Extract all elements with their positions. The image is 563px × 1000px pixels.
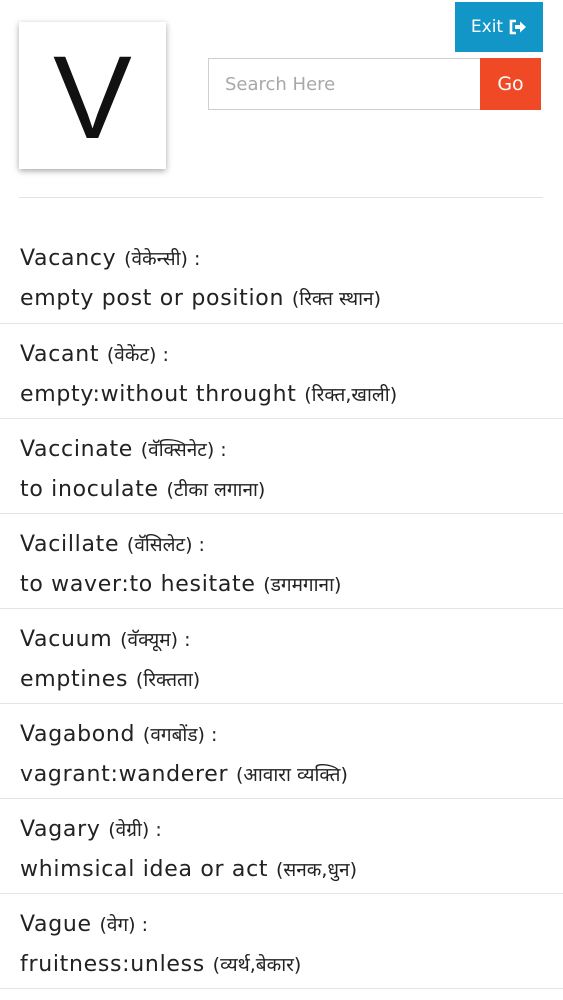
word-meaning: to waver:to hesitate (डगमगाना) <box>20 565 543 605</box>
word-meaning: to inoculate (टीका लगाना) <box>20 470 543 510</box>
word-title: Vacuum (वॅक्यूम) : <box>20 620 543 660</box>
meaning-hindi: (डगमगाना) <box>263 574 342 596</box>
word-item[interactable]: Vacillate (वॅसिलेट) : to waver:to hesita… <box>0 514 563 609</box>
word-item[interactable]: Vagabond (वगबोंड) : vagrant:wanderer (आव… <box>0 704 563 799</box>
header-divider <box>19 197 543 198</box>
word-item[interactable]: Vacancy (वेकेन्सी) : empty post or posit… <box>0 228 563 324</box>
word-item[interactable]: Vacuum (वॅक्यूम) : emptines (रिक्तता) <box>0 609 563 704</box>
meaning-english: empty post or position <box>20 286 285 311</box>
search-input[interactable] <box>208 58 481 110</box>
exit-label: Exit <box>470 17 504 37</box>
word-meaning: emptines (रिक्तता) <box>20 660 543 700</box>
meaning-english: whimsical idea or act <box>20 857 269 882</box>
meaning-english: fruitness:unless <box>20 952 205 977</box>
meaning-english: to waver:to hesitate <box>20 572 256 597</box>
word-title: Vagary (वेग्री) : <box>20 810 543 850</box>
word-english: Vagabond <box>20 722 136 747</box>
word-english: Vagary <box>20 817 101 842</box>
meaning-english: vagrant:wanderer <box>20 762 229 787</box>
word-meaning: vagrant:wanderer (आवारा व्यक्ति) <box>20 755 543 795</box>
word-pronunciation: (वेकेंट) : <box>106 344 169 366</box>
word-pronunciation: (वेकेन्सी) : <box>124 248 201 270</box>
current-letter: V <box>53 31 132 164</box>
meaning-hindi: (आवारा व्यक्ति) <box>235 764 348 786</box>
word-item[interactable]: Vacant (वेकेंट) : empty:without throught… <box>0 324 563 419</box>
word-pronunciation: (वॅसिलेट) : <box>126 534 205 556</box>
word-meaning: empty post or position (रिक्त स्थान) <box>20 279 543 319</box>
word-meaning: whimsical idea or act (सनक,धुन) <box>20 850 543 890</box>
word-pronunciation: (वॅक्सिनेट) : <box>140 439 227 461</box>
word-title: Vaccinate (वॅक्सिनेट) : <box>20 430 543 470</box>
word-title: Vacant (वेकेंट) : <box>20 335 543 375</box>
word-item[interactable]: Vagary (वेग्री) : whimsical idea or act … <box>0 799 563 894</box>
word-meaning: empty:without throught (रिक्त,खाली) <box>20 375 543 415</box>
meaning-english: emptines <box>20 667 129 692</box>
word-english: Vacant <box>20 342 100 367</box>
meaning-english: empty:without throught <box>20 382 297 407</box>
word-pronunciation: (वॅक्यूम) : <box>120 629 191 651</box>
meaning-hindi: (रिक्त,खाली) <box>304 384 398 406</box>
go-button[interactable]: Go <box>480 58 541 110</box>
meaning-hindi: (रिक्त स्थान) <box>291 288 382 310</box>
word-pronunciation: (वेग) : <box>99 914 149 936</box>
word-english: Vaccinate <box>20 437 134 462</box>
word-title: Vagabond (वगबोंड) : <box>20 715 543 755</box>
meaning-hindi: (व्यर्थ,बेकार) <box>212 954 302 976</box>
meaning-hindi: (सनक,धुन) <box>275 859 358 881</box>
word-item[interactable]: Vague (वेग) : fruitness:unless (व्यर्थ,ब… <box>0 894 563 989</box>
word-pronunciation: (वगबोंड) : <box>142 724 218 746</box>
exit-button[interactable]: Exit <box>455 2 543 52</box>
word-english: Vague <box>20 912 92 937</box>
word-item[interactable]: Vaccinate (वॅक्सिनेट) : to inoculate (टी… <box>0 419 563 514</box>
word-english: Vacuum <box>20 627 113 652</box>
word-list: Vacancy (वेकेन्सी) : empty post or posit… <box>0 228 563 989</box>
word-meaning: fruitness:unless (व्यर्थ,बेकार) <box>20 945 543 985</box>
word-english: Vacancy <box>20 246 117 271</box>
letter-tile: V <box>19 22 166 169</box>
meaning-hindi: (रिक्तता) <box>135 669 201 691</box>
meaning-english: to inoculate <box>20 477 159 502</box>
word-pronunciation: (वेग्री) : <box>108 819 162 841</box>
meaning-hindi: (टीका लगाना) <box>166 479 266 501</box>
sign-out-icon <box>509 19 527 35</box>
word-english: Vacillate <box>20 532 120 557</box>
word-title: Vacancy (वेकेन्सी) : <box>20 239 543 279</box>
word-title: Vacillate (वॅसिलेट) : <box>20 525 543 565</box>
word-title: Vague (वेग) : <box>20 905 543 945</box>
